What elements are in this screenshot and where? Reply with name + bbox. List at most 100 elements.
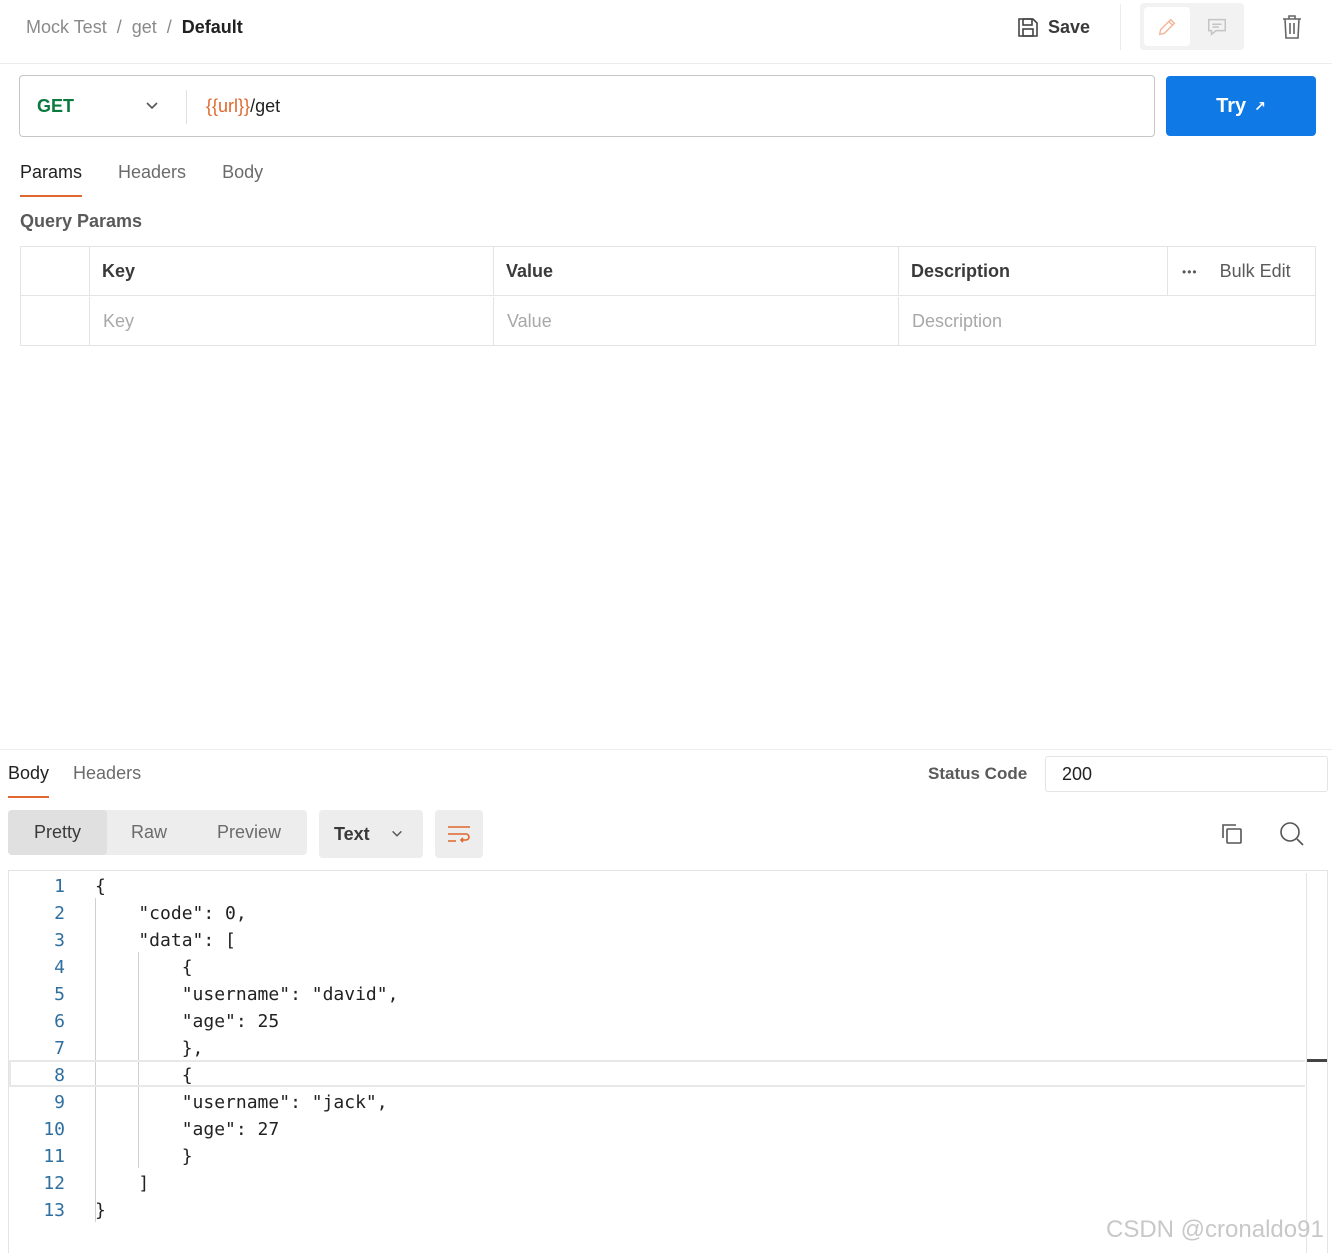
- code-line: 3 "data": [: [9, 927, 1305, 954]
- breadcrumb-separator: /: [116, 17, 122, 37]
- external-link-icon: ↗: [1254, 97, 1266, 114]
- status-code-input[interactable]: 200: [1045, 756, 1328, 792]
- bulk-edit-button[interactable]: ••• Bulk Edit: [1167, 247, 1315, 296]
- toolbar-divider: [1120, 4, 1121, 50]
- line-number: 2: [54, 903, 65, 924]
- method-label: GET: [37, 95, 75, 116]
- search-icon: [1280, 822, 1304, 846]
- search-button[interactable]: [1278, 820, 1306, 848]
- delete-button[interactable]: [1278, 12, 1306, 42]
- code-line: 7 },: [9, 1035, 1305, 1062]
- tab-params[interactable]: Params: [20, 162, 83, 197]
- try-button[interactable]: Try ↗: [1166, 76, 1316, 136]
- table-header-row: Key Value Description ••• Bulk Edit: [21, 247, 1315, 296]
- code-text: {: [95, 957, 193, 978]
- response-code-viewer[interactable]: 1{2 "code": 0, 3 "data": [4 {5 "username"…: [8, 870, 1328, 1253]
- line-number: 1: [54, 876, 65, 897]
- breadcrumb-separator: /: [166, 17, 172, 37]
- format-preview-button[interactable]: Preview: [191, 810, 307, 855]
- param-value-input[interactable]: Value: [493, 297, 897, 346]
- comment-mode-button[interactable]: [1194, 7, 1240, 46]
- copy-icon: [1222, 824, 1242, 844]
- response-tab-headers[interactable]: Headers: [73, 763, 141, 798]
- word-wrap-button[interactable]: [435, 810, 483, 858]
- format-toggle: Pretty Raw Preview: [8, 810, 307, 855]
- code-line: 11 }: [9, 1143, 1305, 1170]
- chevron-down-icon: [146, 102, 158, 110]
- param-key-input[interactable]: Key: [89, 297, 493, 346]
- code-line: 2 "code": 0,: [9, 900, 1305, 927]
- format-raw-button[interactable]: Raw: [107, 810, 191, 855]
- status-code-label: Status Code: [928, 764, 1028, 783]
- line-number: 8: [54, 1065, 65, 1086]
- line-number: 9: [54, 1092, 65, 1113]
- tab-body[interactable]: Body: [222, 162, 263, 197]
- column-header-description: Description: [898, 247, 1167, 296]
- code-text: {: [95, 876, 106, 897]
- save-icon: [1018, 18, 1038, 37]
- request-tabs: Params Headers Body: [20, 162, 263, 197]
- line-number: 6: [54, 1011, 65, 1032]
- url-variable: {{url}}: [206, 96, 251, 116]
- breadcrumb-folder[interactable]: get: [132, 16, 157, 38]
- table-row: Key Value Description: [21, 297, 1315, 346]
- vertical-scrollbar[interactable]: [1306, 873, 1307, 1253]
- code-line: 6 "age": 25: [9, 1008, 1305, 1035]
- code-text: "age": 25: [95, 1011, 280, 1032]
- code-line: 8 {: [9, 1060, 1305, 1087]
- line-number: 10: [43, 1119, 65, 1140]
- query-params-table: Key Value Description ••• Bulk Edit Key …: [20, 246, 1316, 346]
- code-line: 10 "age": 27: [9, 1116, 1305, 1143]
- code-text: "username": "jack",: [95, 1092, 388, 1113]
- code-text: "username": "david",: [95, 984, 399, 1005]
- response-tab-body[interactable]: Body: [8, 763, 50, 798]
- copy-button[interactable]: [1218, 820, 1246, 848]
- language-select[interactable]: Text: [319, 810, 423, 858]
- pencil-icon: [1158, 18, 1176, 35]
- param-description-input[interactable]: Description: [898, 297, 1315, 346]
- try-label: Try: [1216, 94, 1247, 117]
- tab-headers[interactable]: Headers: [118, 162, 186, 197]
- line-number: 5: [54, 984, 65, 1005]
- format-pretty-button[interactable]: Pretty: [8, 810, 107, 855]
- language-label: Text: [334, 823, 370, 844]
- top-bar: Mock Test / get / Default Save: [0, 0, 1332, 64]
- bulk-edit-label: Bulk Edit: [1219, 261, 1291, 281]
- response-divider: [0, 749, 1332, 750]
- url-divider: [186, 90, 187, 124]
- code-text: "data": [: [95, 930, 236, 951]
- line-number: 7: [54, 1038, 65, 1059]
- column-header-value: Value: [493, 247, 897, 296]
- more-icon: •••: [1182, 264, 1198, 279]
- column-header-key: Key: [89, 247, 493, 296]
- code-text: }: [95, 1146, 193, 1167]
- response-tabs: Body Headers: [8, 763, 141, 798]
- breadcrumb-current: Default: [181, 17, 243, 37]
- code-line: 5 "username": "david",: [9, 981, 1305, 1008]
- scrollbar-cursor-marker: [1307, 1059, 1327, 1062]
- code-text: },: [95, 1038, 204, 1059]
- request-url-bar: GET {{url}}/get: [19, 75, 1155, 137]
- line-number: 3: [54, 930, 65, 951]
- breadcrumb-project[interactable]: Mock Test: [26, 16, 107, 38]
- save-label: Save: [1048, 16, 1091, 37]
- trash-icon: [1283, 15, 1301, 39]
- code-text: "age": 27: [95, 1119, 280, 1140]
- code-text: {: [95, 1065, 193, 1086]
- code-text: "code": 0,: [95, 903, 247, 924]
- comment-icon: [1208, 18, 1226, 36]
- url-input[interactable]: {{url}}/get: [206, 95, 280, 117]
- code-line: 1{: [9, 873, 1305, 900]
- wrap-icon: [448, 826, 470, 843]
- line-number: 13: [43, 1200, 65, 1221]
- code-line: 12 ]: [9, 1170, 1305, 1197]
- edit-mode-button[interactable]: [1144, 7, 1190, 46]
- method-select[interactable]: GET: [20, 76, 186, 136]
- line-number: 11: [43, 1146, 65, 1167]
- chevron-down-icon: [391, 830, 402, 837]
- breadcrumb: Mock Test / get / Default: [26, 16, 243, 38]
- line-number: 4: [54, 957, 65, 978]
- code-text: ]: [95, 1173, 150, 1194]
- code-line: 4 {: [9, 954, 1305, 981]
- save-button[interactable]: Save: [1016, 12, 1090, 42]
